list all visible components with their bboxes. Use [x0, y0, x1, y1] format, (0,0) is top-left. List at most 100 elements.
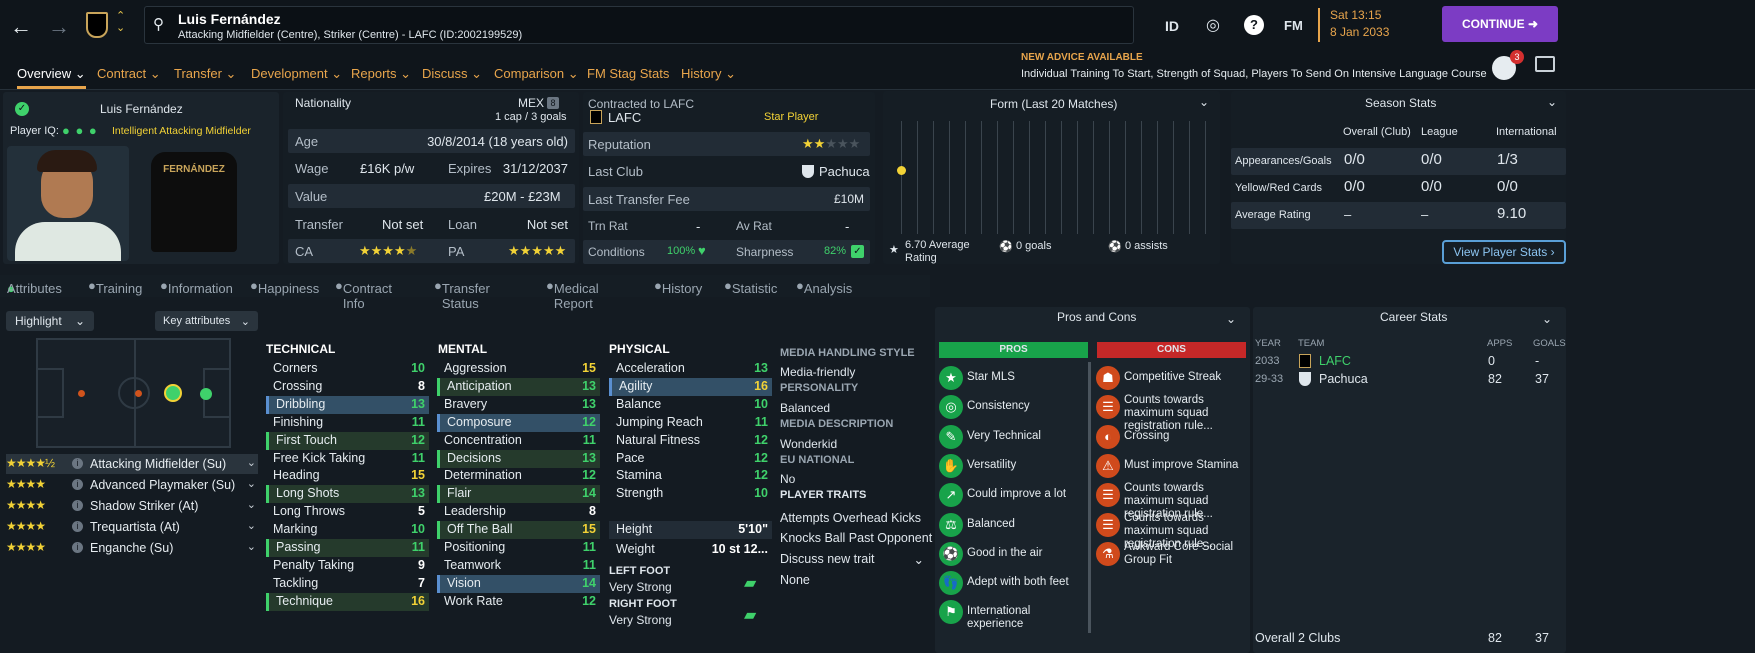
caps-text: 1 cap / 3 goals [495, 111, 567, 123]
back-arrow-icon[interactable]: ← [10, 14, 32, 40]
mental-attribute-row: Vision 14 [437, 574, 600, 593]
tab-contract-info[interactable]: ● Contract Info [335, 278, 392, 311]
con-icon: ☰ [1096, 512, 1120, 537]
nav-comparison[interactable]: Comparison ⌄ [494, 66, 579, 82]
club-switch-chevron-icon[interactable]: ⌃ ⌄ [116, 10, 125, 34]
search-bar[interactable]: ⚲ Luis Fernández Attacking Midfielder (C… [144, 6, 1134, 44]
club-name[interactable]: LAFC [608, 110, 641, 125]
tab-medical-report[interactable]: ● Medical Report [546, 278, 599, 311]
form-panel: Form (Last 20 Matches) ⌄ ★ 6.70 Average … [883, 91, 1220, 264]
player-iq-dots: ● ● ● [62, 123, 98, 138]
advice-title: NEW ADVICE AVAILABLE [1021, 52, 1143, 63]
tab-analysis[interactable]: ● Analysis [796, 278, 852, 296]
nav-transfer[interactable]: Transfer ⌄ [174, 66, 236, 82]
technical-attribute-row: Crossing 8 [273, 378, 425, 393]
form-match-line [1029, 121, 1030, 234]
role-row[interactable]: ★★★★ i Trequartista (At) ⌄ [6, 517, 258, 537]
role-row[interactable]: ★★★★ i Advanced Playmaker (Su) ⌄ [6, 475, 258, 495]
last-club-value[interactable]: Pachuca [819, 164, 870, 179]
role-row[interactable]: ★★★★ i Enganche (Su) ⌄ [6, 538, 258, 558]
key-attributes-dropdown[interactable]: Key attributes ⌄ [155, 311, 258, 331]
nav-overview[interactable]: Overview ⌄ [17, 66, 86, 89]
role-row[interactable]: ★★★★½ i Attacking Midfielder (Su) ⌄ [6, 454, 258, 474]
inbox-badge: 3 [1510, 50, 1524, 64]
pro-item: 👣 Adept with both feet [939, 571, 1089, 601]
nav-reports[interactable]: Reports ⌄ [351, 66, 411, 82]
trait-item: Knocks Ball Past Opponent [780, 531, 933, 545]
date-display[interactable]: Sat 13:15 8 Jan 2033 [1318, 8, 1389, 42]
highlight-dropdown[interactable]: Highlight ⌄ [6, 311, 94, 331]
nav-history[interactable]: History ⌄ [681, 66, 736, 82]
form-match-line [901, 121, 902, 234]
transfer-row: Transfer Not set Loan Not set [295, 217, 568, 232]
pro-item: ✋ Versatility [939, 453, 1089, 484]
view-player-stats-button[interactable]: View Player Stats › [1442, 240, 1566, 264]
form-match-line [1045, 121, 1046, 234]
nation-code: MEX [518, 96, 545, 110]
advice-text[interactable]: Individual Training To Start, Strength o… [1021, 68, 1487, 80]
career-dropdown-icon[interactable]: ⌄ [1542, 312, 1552, 326]
continue-button[interactable]: CONTINUE ➜ [1442, 6, 1558, 42]
physical-attribute-row: Natural Fitness 12 [616, 432, 768, 447]
tab-training[interactable]: ● Training [88, 278, 142, 296]
reputation-row: Reputation ★★★★★ [583, 132, 870, 156]
right-foot-label: RIGHT FOOT [609, 598, 677, 610]
con-icon: ◐ [1096, 424, 1120, 449]
shirt-name: FERNÁNDEZ [163, 164, 225, 175]
nav-development[interactable]: Development ⌄ [251, 66, 342, 82]
form-match-line [949, 121, 950, 234]
con-icon: ☰ [1096, 483, 1120, 508]
club-crest-icon[interactable] [86, 12, 108, 38]
form-dropdown-icon[interactable]: ⌄ [1199, 95, 1209, 109]
career-row[interactable]: 29-33 Pachuca 82 37 [1255, 370, 1565, 389]
position-pitch [36, 338, 231, 448]
globe-icon[interactable]: ◎ [1206, 15, 1220, 35]
mental-attribute-row: Aggression 15 [444, 361, 596, 375]
role-stars-icon: ★★★★½ [6, 456, 55, 470]
form-match-line [917, 121, 918, 234]
status-value: Star Player [764, 111, 819, 123]
nav-fm-stag-stats[interactable]: FM Stag Stats [587, 66, 669, 81]
pros-cons-dropdown-icon[interactable]: ⌄ [1226, 312, 1236, 326]
technical-attribute-row: Long Shots 13 [266, 485, 429, 504]
nav-bar: Overview ⌄ Contract ⌄ Transfer ⌄ Develop… [0, 50, 1755, 90]
player-iq-label: Player IQ: [10, 125, 59, 137]
form-point[interactable] [897, 165, 906, 175]
info-icon: i [72, 500, 83, 511]
con-item: ☰ Counts towards maximum squad registrati… [1096, 512, 1246, 550]
role-stars-icon: ★★★★ [6, 519, 46, 533]
technical-attribute-row: Tackling 7 [273, 575, 425, 590]
season-dropdown-icon[interactable]: ⌄ [1547, 95, 1557, 109]
tab-happiness[interactable]: ● Happiness [250, 278, 319, 296]
mental-attribute-row: Teamwork 11 [444, 557, 596, 572]
date-time: Sat 13:15 [1330, 8, 1382, 22]
tab-information[interactable]: ● Information [160, 278, 233, 296]
shirt-image: FERNÁNDEZ [151, 152, 237, 252]
sharpness-check-icon: ✓ [851, 245, 864, 258]
physical-attribute-row: Acceleration 13 [616, 361, 768, 375]
mental-attribute-row: Work Rate 12 [444, 593, 596, 608]
pro-item: ★ Star MLS [939, 366, 1089, 396]
role-row[interactable]: ★★★★ i Shadow Striker (At) ⌄ [6, 496, 258, 516]
position-dot-icon [135, 390, 142, 397]
help-icon[interactable]: ? [1244, 15, 1264, 35]
tab-history[interactable]: ● History [654, 278, 702, 296]
technical-attribute-row: Dribbling 13 [266, 395, 429, 414]
nav-contract[interactable]: Contract ⌄ [97, 66, 161, 82]
screen-icon[interactable] [1535, 56, 1555, 72]
nav-discuss[interactable]: Discuss ⌄ [422, 66, 482, 82]
fm-menu-button[interactable]: FM [1284, 18, 1303, 33]
career-row[interactable]: 2033 LAFC 0 - [1255, 352, 1565, 371]
transfer-value: Not set [382, 217, 424, 232]
pro-icon: ✋ [939, 453, 963, 478]
forward-arrow-icon[interactable]: → [48, 14, 70, 40]
id-button[interactable]: ID [1165, 18, 1179, 34]
discuss-trait-dropdown[interactable]: Discuss new trait ⌄ [780, 552, 927, 567]
technical-heading: TECHNICAL [266, 342, 336, 356]
left-boot-icon: ▰ [744, 575, 757, 592]
form-average: 6.70 Average Rating [905, 239, 970, 264]
tab-transfer-status[interactable]: ● Transfer Status [434, 278, 490, 311]
form-match-line [1093, 121, 1094, 234]
mental-attribute-row: Determination 12 [444, 468, 596, 483]
tab-statistic[interactable]: ● Statistic [724, 278, 777, 296]
